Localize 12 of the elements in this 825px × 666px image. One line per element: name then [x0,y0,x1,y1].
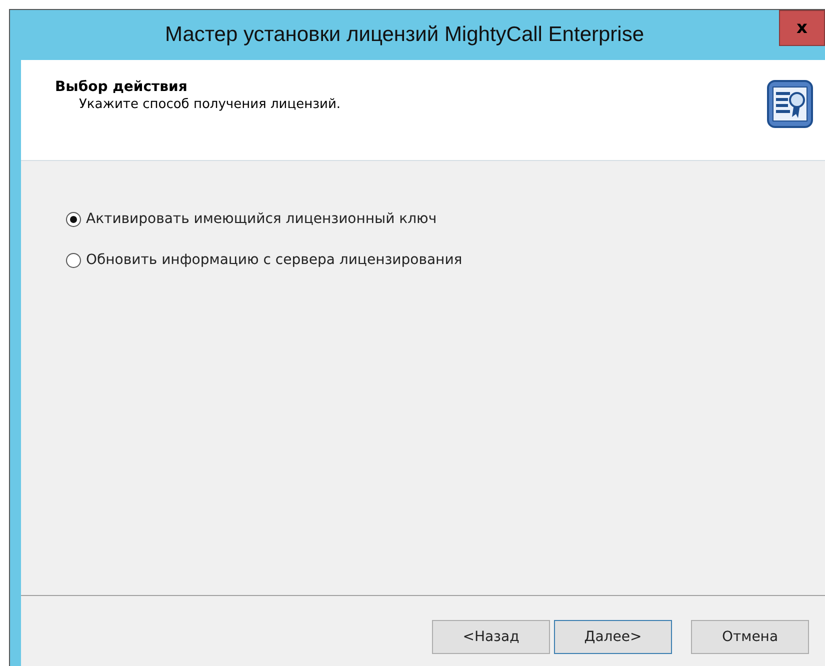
radio-option[interactable]: Активировать имеющийся лицензионный ключ [66,209,437,230]
wizard-button[interactable]: <Назад [432,620,550,654]
radio-button[interactable] [66,212,81,227]
certificate-icon [767,80,813,128]
wizard-button[interactable]: Далее> [554,620,672,654]
radio-button[interactable] [66,253,81,268]
radio-option[interactable]: Обновить информацию с сервера лицензирования [66,250,462,271]
wizard-button[interactable]: Отмена [691,620,809,654]
window-title: Мастер установки лицензий MightyCall Enterprise [164,22,646,48]
close-button[interactable]: x [779,10,825,46]
step-subtitle: Укажите способ получения лицензий. [78,96,342,114]
step-title: Выбор действия [55,78,188,96]
